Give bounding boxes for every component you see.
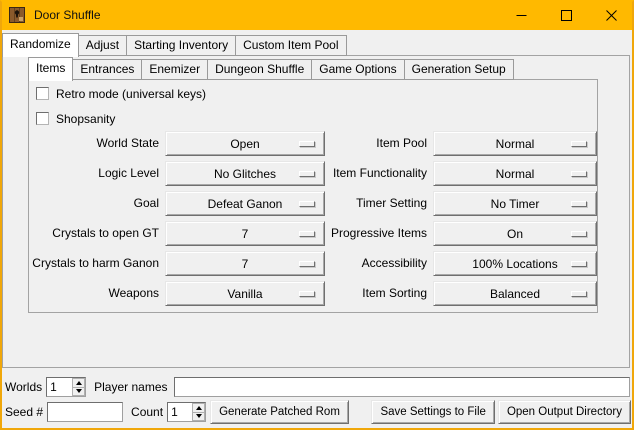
dropdown-indicator-icon: [571, 261, 587, 267]
maximize-icon: [561, 10, 572, 21]
progressive-items-value: On: [507, 227, 523, 241]
progressive-items-label: Progressive Items: [331, 221, 427, 246]
goal-label: Goal: [134, 191, 159, 216]
count-spinner[interactable]: [167, 402, 206, 422]
item-functionality-value: Normal: [496, 167, 535, 181]
close-icon: [606, 10, 617, 21]
tab-adjust[interactable]: Adjust: [78, 35, 127, 56]
item-sorting-dropdown[interactable]: Balanced: [433, 281, 597, 306]
dropdown-indicator-icon: [571, 201, 587, 207]
generation-row: Seed # Count Generate Patched Rom Save S…: [5, 400, 631, 424]
logic-level-label: Logic Level: [98, 161, 159, 186]
seed-label: Seed #: [5, 405, 43, 419]
minimize-button[interactable]: [499, 0, 544, 30]
window-title: Door Shuffle: [34, 8, 101, 22]
crystals-harm-ganon-label: Crystals to harm Ganon: [32, 251, 159, 276]
item-functionality-dropdown[interactable]: Normal: [433, 161, 597, 186]
logic-level-dropdown[interactable]: No Glitches: [165, 161, 325, 186]
dropdown-indicator-icon: [299, 291, 315, 297]
titlebar[interactable]: Door Shuffle: [0, 0, 634, 30]
multiworld-row: Worlds Player names: [5, 377, 630, 397]
items-tab-bar: Items Entrances Enemizer Dungeon Shuffle…: [28, 57, 514, 80]
dropdown-indicator-icon: [299, 231, 315, 237]
timer-setting-dropdown[interactable]: No Timer: [433, 191, 597, 216]
world-state-dropdown[interactable]: Open: [165, 131, 325, 156]
dropdown-indicator-icon: [571, 291, 587, 297]
crystals-open-gt-value: 7: [242, 227, 249, 241]
window-controls: [499, 0, 634, 30]
crystals-harm-ganon-dropdown[interactable]: 7: [165, 251, 325, 276]
weapons-label: Weapons: [109, 281, 159, 306]
dropdown-indicator-icon: [299, 141, 315, 147]
player-names-label: Player names: [94, 380, 167, 394]
timer-setting-label: Timer Setting: [356, 191, 427, 216]
minimize-icon: [516, 10, 527, 21]
item-pool-value: Normal: [496, 137, 535, 151]
dropdown-indicator-icon: [571, 231, 587, 237]
logic-level-value: No Glitches: [214, 167, 276, 181]
tab-custom-item-pool[interactable]: Custom Item Pool: [235, 35, 346, 56]
item-sorting-value: Balanced: [490, 287, 540, 301]
crystals-open-gt-label: Crystals to open GT: [52, 221, 159, 246]
spin-down-icon[interactable]: [192, 413, 205, 422]
crystals-harm-ganon-value: 7: [242, 257, 249, 271]
maximize-button[interactable]: [544, 0, 589, 30]
count-input[interactable]: [168, 403, 192, 421]
dropdown-indicator-icon: [299, 171, 315, 177]
tab-randomize[interactable]: Randomize: [2, 33, 79, 57]
tab-entrances[interactable]: Entrances: [72, 59, 142, 80]
dropdown-indicator-icon: [571, 171, 587, 177]
close-button[interactable]: [589, 0, 634, 30]
tab-items[interactable]: Items: [28, 57, 73, 81]
accessibility-label: Accessibility: [362, 251, 427, 276]
count-label: Count: [131, 405, 163, 419]
item-sorting-label: Item Sorting: [362, 281, 427, 306]
open-output-directory-button[interactable]: Open Output Directory: [498, 400, 631, 424]
retro-mode-label: Retro mode (universal keys): [56, 87, 206, 101]
worlds-input[interactable]: [47, 378, 72, 396]
timer-setting-value: No Timer: [491, 197, 540, 211]
weapons-value: Vanilla: [227, 287, 262, 301]
door-shuffle-window: Door Shuffle Randomize Adjust Starting I…: [0, 0, 634, 430]
count-spinner-buttons: [192, 403, 205, 421]
shopsanity-checkbox-row[interactable]: Shopsanity: [36, 111, 115, 126]
worlds-spinner-buttons: [72, 378, 85, 396]
tab-generation-setup[interactable]: Generation Setup: [404, 59, 514, 80]
progressive-items-dropdown[interactable]: On: [433, 221, 597, 246]
items-tab-pane: Retro mode (universal keys) Shopsanity W…: [28, 79, 598, 313]
accessibility-dropdown[interactable]: 100% Locations: [433, 251, 597, 276]
tab-starting-inventory[interactable]: Starting Inventory: [126, 35, 236, 56]
retro-mode-checkbox-row[interactable]: Retro mode (universal keys): [36, 86, 206, 101]
player-names-input[interactable]: [174, 377, 631, 397]
checkbox-unchecked-icon[interactable]: [36, 87, 49, 100]
shopsanity-label: Shopsanity: [56, 112, 115, 126]
weapons-dropdown[interactable]: Vanilla: [165, 281, 325, 306]
tab-game-options[interactable]: Game Options: [311, 59, 404, 80]
crystals-open-gt-dropdown[interactable]: 7: [165, 221, 325, 246]
dropdown-indicator-icon: [299, 261, 315, 267]
door-icon: [9, 7, 25, 23]
goal-dropdown[interactable]: Defeat Ganon: [165, 191, 325, 216]
seed-input[interactable]: [47, 402, 123, 422]
dropdown-indicator-icon: [299, 201, 315, 207]
dropdown-indicator-icon: [571, 141, 587, 147]
accessibility-value: 100% Locations: [472, 257, 557, 271]
item-pool-label: Item Pool: [376, 131, 427, 156]
worlds-label: Worlds: [5, 380, 42, 394]
worlds-spinner[interactable]: [46, 377, 86, 397]
world-state-label: World State: [97, 131, 159, 156]
save-settings-button[interactable]: Save Settings to File: [371, 400, 494, 424]
item-functionality-label: Item Functionality: [333, 161, 427, 186]
spin-down-icon[interactable]: [72, 388, 85, 397]
item-pool-dropdown[interactable]: Normal: [433, 131, 597, 156]
spin-up-icon[interactable]: [192, 403, 205, 413]
generate-patched-rom-button[interactable]: Generate Patched Rom: [210, 400, 349, 424]
tab-enemizer[interactable]: Enemizer: [141, 59, 208, 80]
world-state-value: Open: [230, 137, 259, 151]
goal-value: Defeat Ganon: [208, 197, 283, 211]
tab-dungeon-shuffle[interactable]: Dungeon Shuffle: [207, 59, 312, 80]
spin-up-icon[interactable]: [72, 378, 85, 388]
main-tab-bar: Randomize Adjust Starting Inventory Cust…: [2, 33, 347, 56]
checkbox-unchecked-icon[interactable]: [36, 112, 49, 125]
